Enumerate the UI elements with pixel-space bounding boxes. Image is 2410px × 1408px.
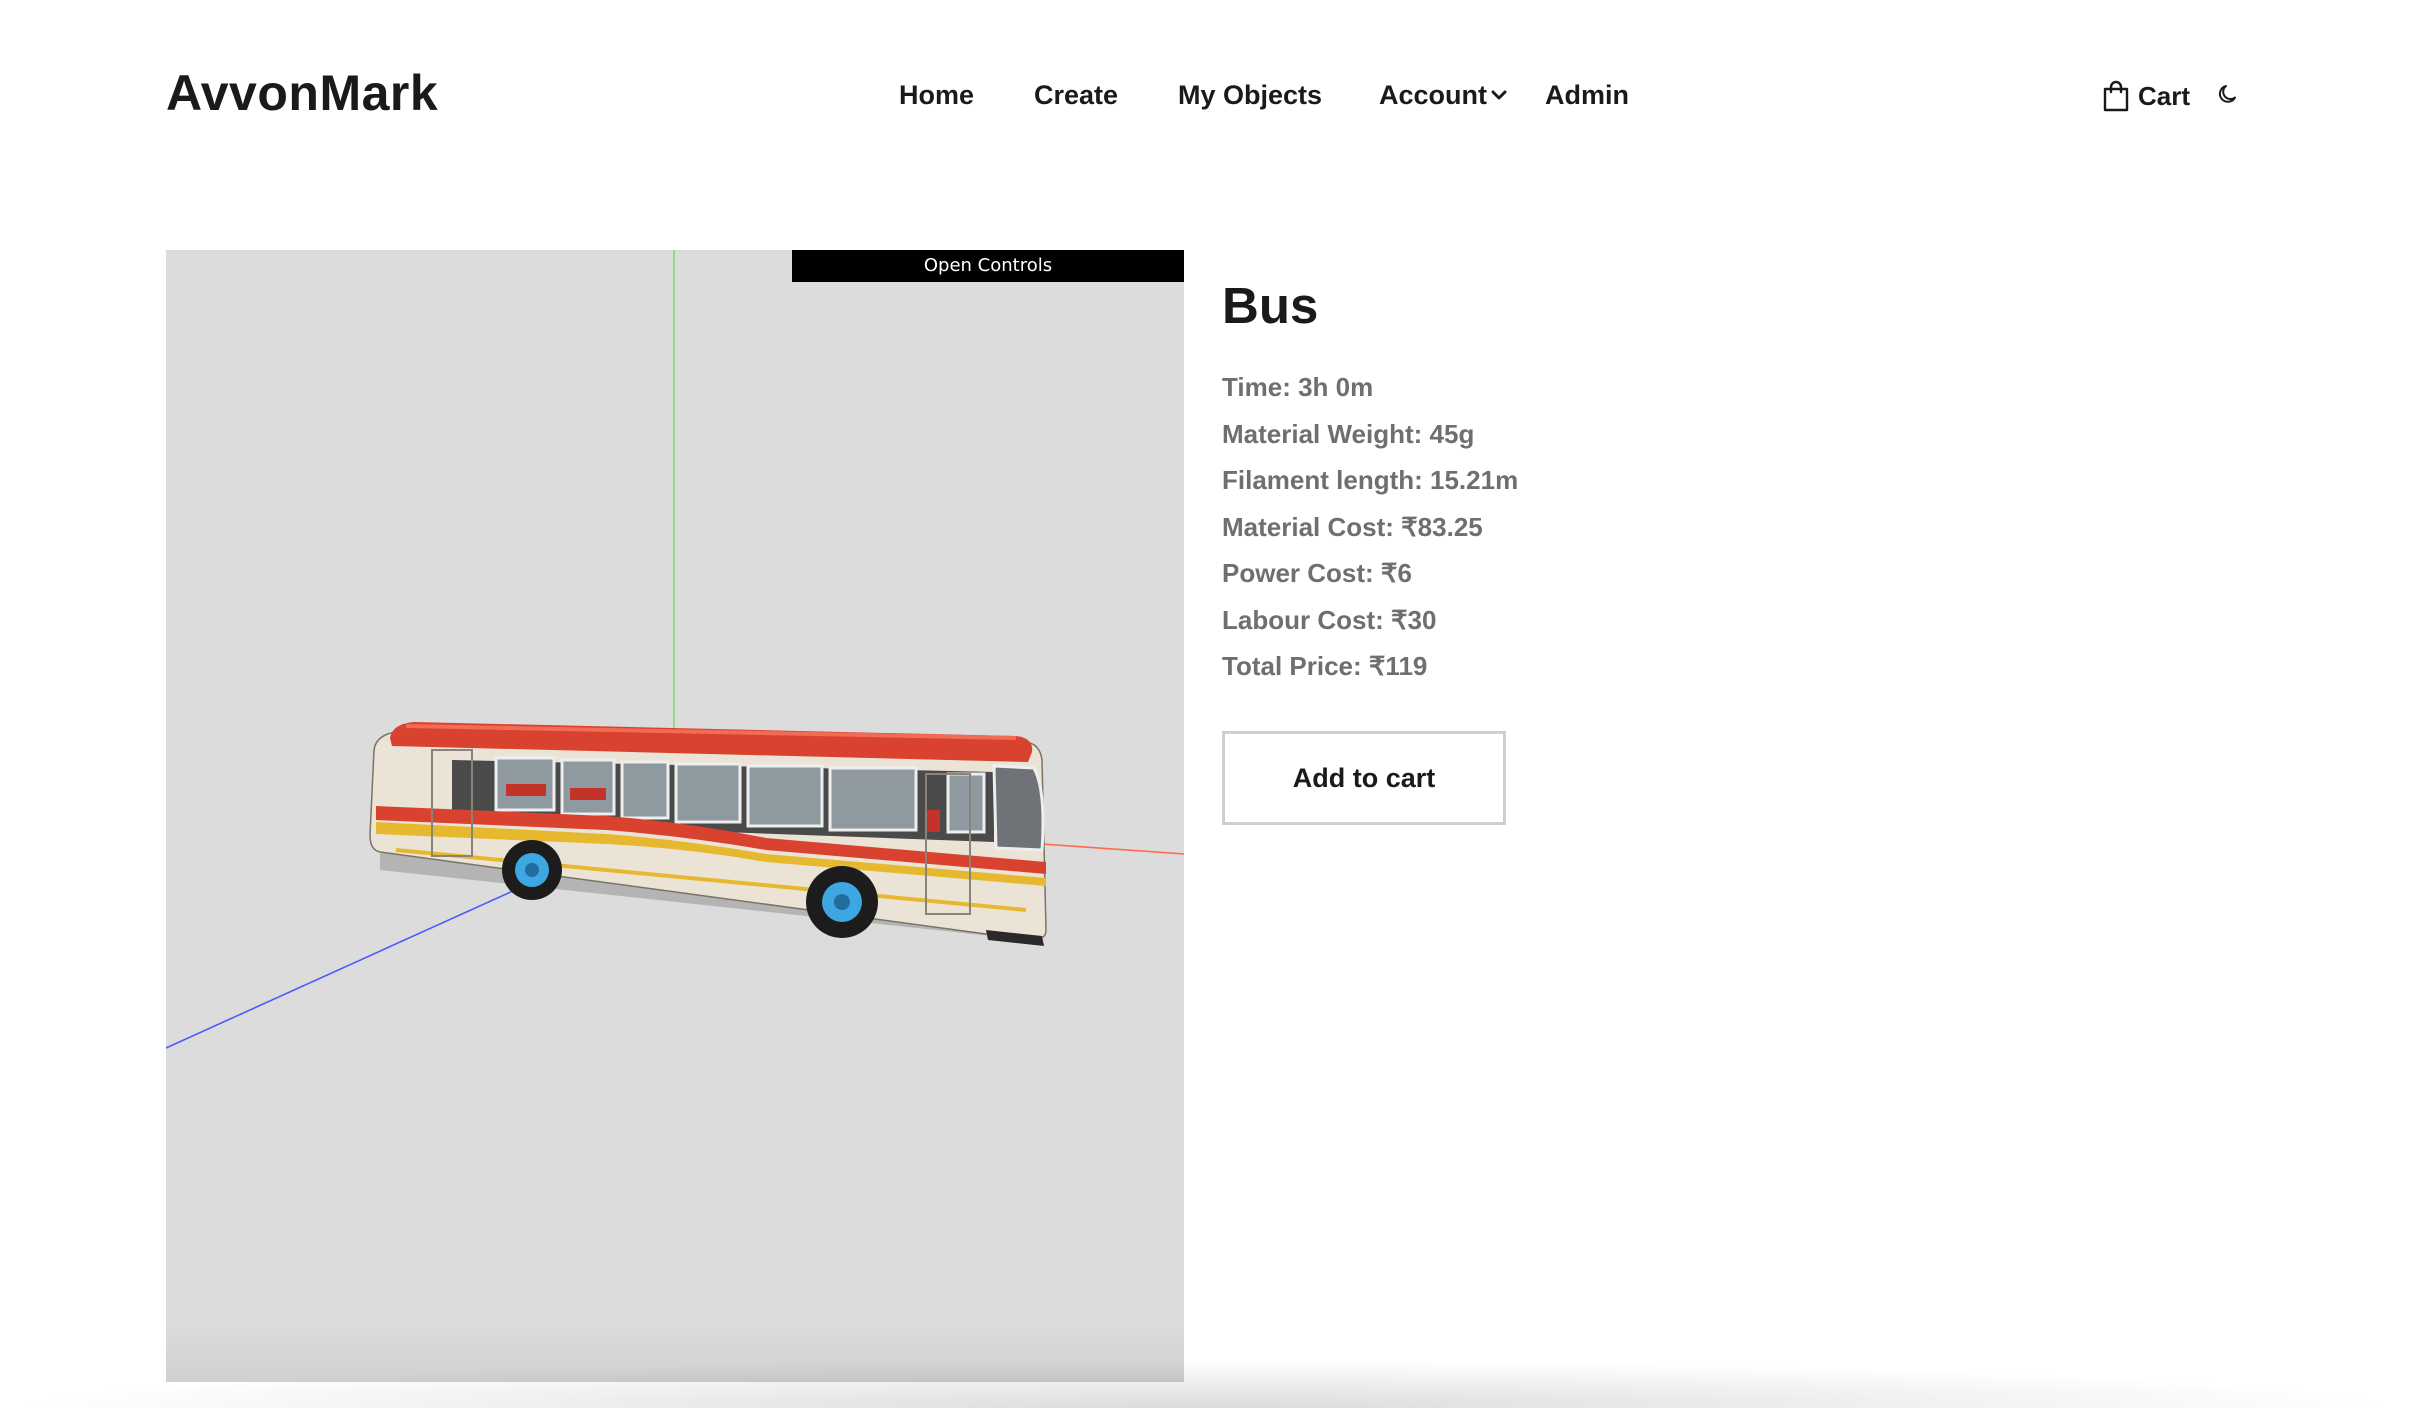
- spec-total-price: Total Price: ₹119: [1222, 651, 1428, 682]
- site-header: AvvonMark Home Create My Objects Account…: [0, 0, 2410, 196]
- nav-create[interactable]: Create: [1034, 80, 1118, 111]
- nav-my-objects[interactable]: My Objects: [1178, 80, 1322, 111]
- nav-admin[interactable]: Admin: [1545, 80, 1629, 111]
- brand-logo[interactable]: AvvonMark: [166, 64, 438, 122]
- product-details: Bus Time: 3h 0m Material Weight: 45g Fil…: [1222, 272, 1922, 690]
- nav-account[interactable]: Account: [1379, 80, 1507, 111]
- open-controls-button[interactable]: Open Controls: [792, 250, 1184, 282]
- spec-power-cost: Power Cost: ₹6: [1222, 558, 1412, 589]
- add-to-cart-button[interactable]: Add to cart: [1222, 731, 1506, 825]
- viewer-floor-shade: [166, 1322, 1184, 1382]
- cart-label: Cart: [2138, 80, 2191, 111]
- spec-material-cost: Material Cost: ₹83.25: [1222, 511, 1483, 542]
- spec-material-weight: Material Weight: 45g: [1222, 418, 1475, 449]
- cart-link[interactable]: Cart: [2102, 78, 2190, 114]
- moon-icon[interactable]: [2216, 82, 2240, 106]
- spec-time: Time: 3h 0m: [1222, 372, 1374, 403]
- nav-account-label: Account: [1379, 80, 1487, 110]
- model-scene[interactable]: [166, 250, 1184, 1382]
- chevron-down-icon: [1491, 90, 1507, 100]
- shopping-bag-icon: [2103, 80, 2129, 112]
- product-title: Bus: [1222, 277, 1319, 334]
- bus-model: [369, 722, 1047, 946]
- spec-filament-length: Filament length: 15.21m: [1222, 465, 1519, 496]
- nav-home[interactable]: Home: [899, 80, 974, 111]
- spec-labour-cost: Labour Cost: ₹30: [1222, 604, 1437, 635]
- model-viewer[interactable]: Open Controls: [166, 250, 1184, 1382]
